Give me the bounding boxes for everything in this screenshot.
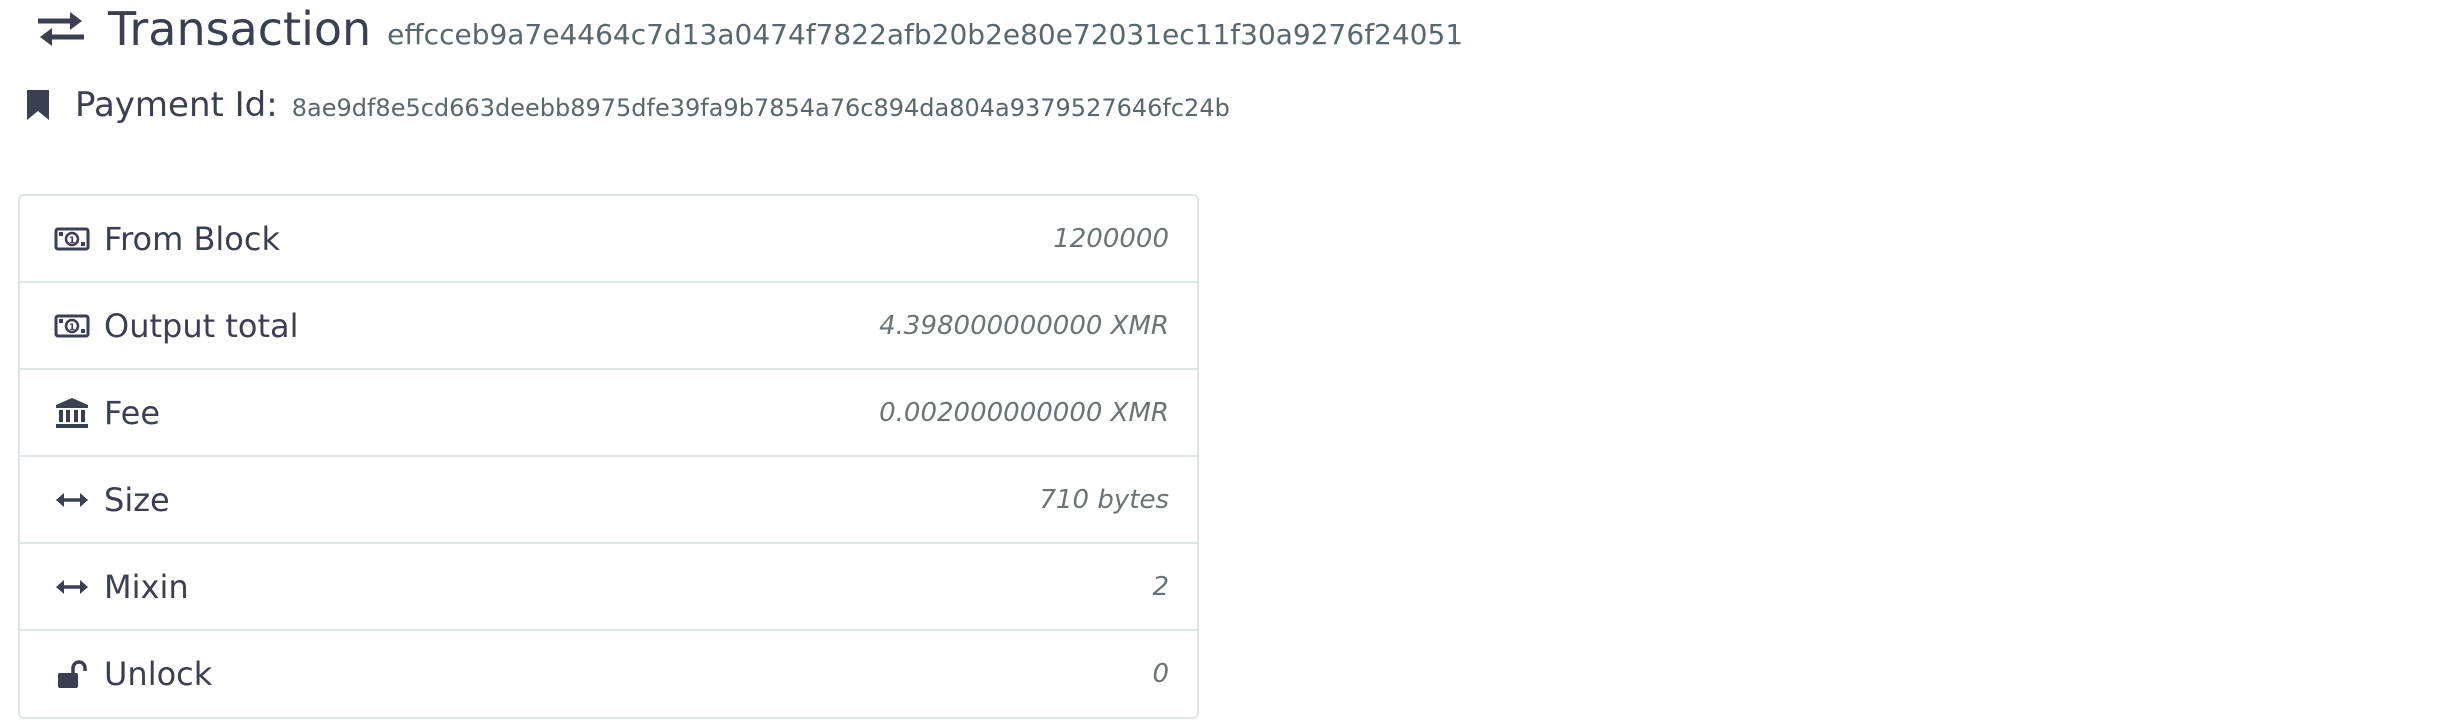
detail-value: 1200000	[1053, 223, 1169, 254]
detail-row-unlock: Unlock 0	[20, 631, 1197, 717]
detail-row-output-total: 1 Output total 4.398000000000 XMR	[20, 283, 1197, 370]
arrows-horizontal-icon	[54, 572, 90, 602]
detail-value: 4.398000000000 XMR	[879, 310, 1169, 341]
svg-text:1: 1	[69, 323, 75, 333]
payment-id-row: Payment Id: 8ae9df8e5cd663deebb8975dfe39…	[25, 85, 1230, 125]
detail-label: Output total	[104, 306, 299, 345]
exchange-icon	[36, 5, 90, 53]
detail-label: Fee	[104, 393, 161, 432]
detail-label: From Block	[104, 219, 280, 258]
transaction-header: Transaction effcceb9a7e4464c7d13a0474f78…	[36, 2, 1463, 56]
detail-label: Mixin	[104, 567, 189, 606]
payment-id-label: Payment Id:	[75, 85, 278, 125]
arrows-horizontal-icon	[54, 485, 90, 515]
detail-value: 0	[1152, 659, 1169, 689]
detail-value: 2	[1152, 571, 1169, 602]
page-title: Transaction	[108, 2, 372, 56]
detail-row-fee: Fee 0.002000000000 XMR	[20, 370, 1197, 457]
transaction-page: Transaction effcceb9a7e4464c7d13a0474f78…	[0, 0, 2454, 724]
money-bill-icon: 1	[54, 224, 90, 254]
detail-row-from-block: 1 From Block 1200000	[20, 196, 1197, 283]
transaction-hash: effcceb9a7e4464c7d13a0474f7822afb20b2e80…	[387, 17, 1464, 51]
bookmark-icon	[25, 88, 55, 122]
payment-id-value: 8ae9df8e5cd663deebb8975dfe39fa9b7854a76c…	[291, 94, 1230, 122]
money-bill-icon: 1	[54, 311, 90, 341]
detail-row-mixin: Mixin 2	[20, 544, 1197, 631]
bank-icon	[54, 397, 90, 428]
unlock-icon	[54, 659, 90, 689]
detail-value: 0.002000000000 XMR	[879, 397, 1169, 428]
transaction-details-panel: 1 From Block 1200000 1 Output total 4.39…	[18, 194, 1199, 719]
detail-value: 710 bytes	[1039, 484, 1169, 515]
svg-text:1: 1	[69, 236, 75, 246]
detail-label: Size	[104, 480, 170, 519]
detail-label: Unlock	[104, 655, 213, 693]
detail-row-size: Size 710 bytes	[20, 457, 1197, 544]
